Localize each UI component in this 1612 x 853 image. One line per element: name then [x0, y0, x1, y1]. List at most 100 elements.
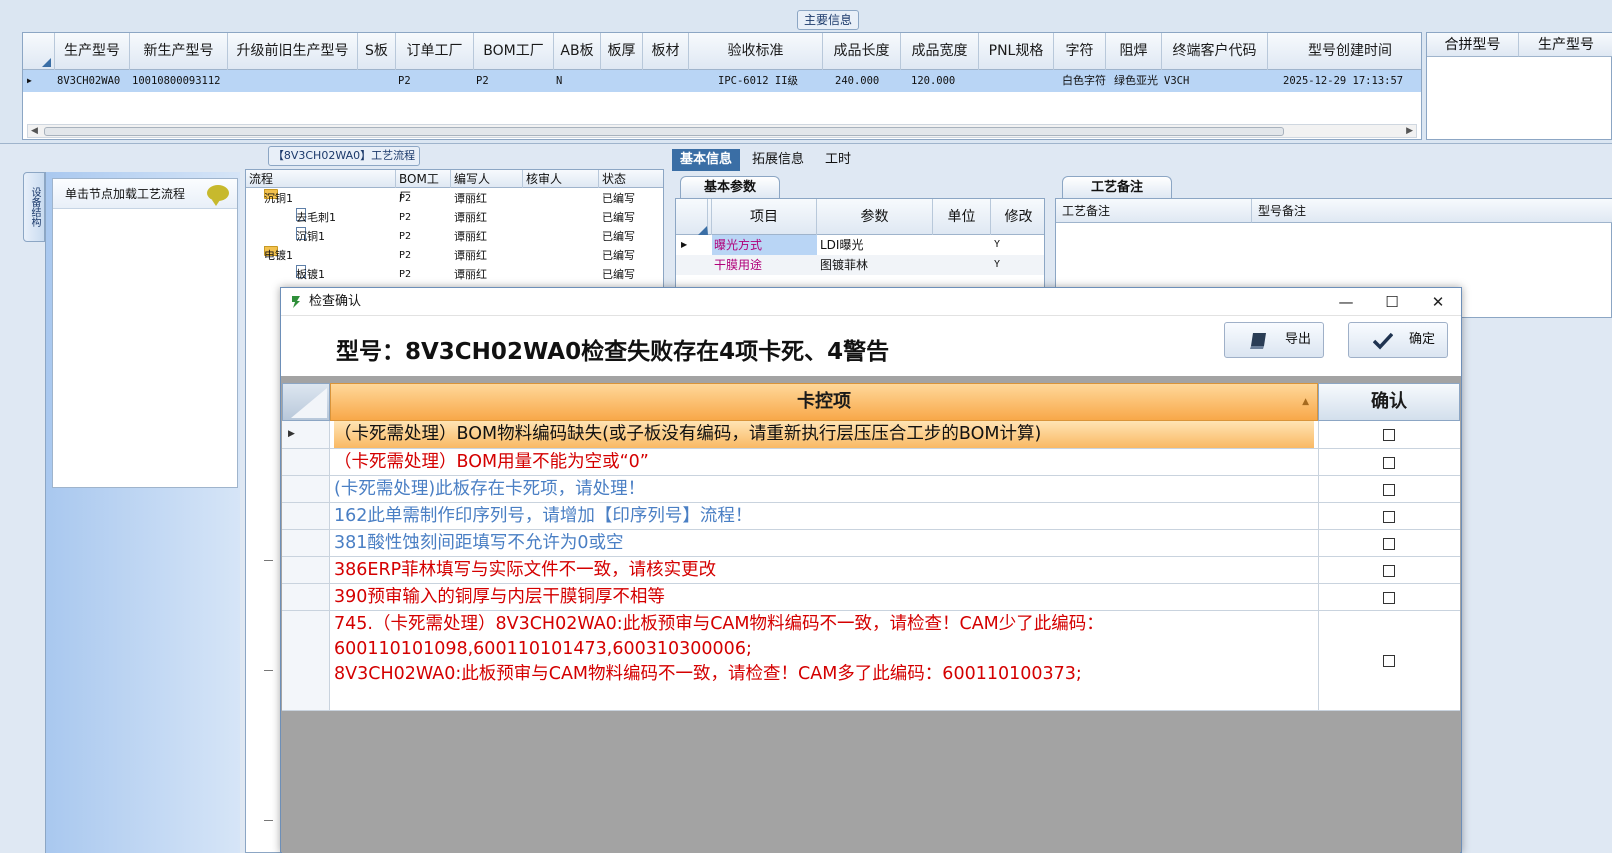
col-model-remark[interactable]: 型号备注: [1252, 199, 1612, 223]
check-item-row[interactable]: 162此单需制作印序列号，请增加【印序列号】流程！: [282, 503, 1460, 530]
confirm-checkbox[interactable]: [1383, 484, 1395, 496]
check-item-text-line1: 745.（卡死需处理）8V3CH02WA0:此板预审与CAM物料编码不一致，请检…: [334, 614, 1104, 634]
col-bom-factory[interactable]: BOM工厂: [474, 33, 554, 70]
col-model[interactable]: 生产型号: [55, 33, 130, 70]
check-item-text: （卡死需处理）BOM物料编码缺失(或子板没有编码，请重新执行层压压合工步的BOM…: [334, 421, 1314, 448]
tree-node[interactable]: −沉铜1 P2 谭丽红 已编写: [246, 189, 663, 208]
col-material[interactable]: 板材: [643, 33, 689, 70]
row-indicator: [282, 449, 330, 475]
tree-node[interactable]: −电镀1 P2 谭丽红 已编写: [246, 246, 663, 265]
col-length[interactable]: 成品长度: [823, 33, 901, 70]
col-solder-mask[interactable]: 阻焊: [1106, 33, 1162, 70]
check-item-row[interactable]: 390预审输入的铜厚与内层干膜铜厚不相等: [282, 584, 1460, 611]
confirm-checkbox[interactable]: [1383, 511, 1395, 523]
col-new-model[interactable]: 新生产型号: [130, 33, 228, 70]
check-item-row[interactable]: (卡死需处理)此板存在卡死项，请处理！: [282, 476, 1460, 503]
main-grid-hscrollbar[interactable]: ◀ ▶: [27, 124, 1417, 138]
col-created[interactable]: 型号创建时间: [1268, 33, 1423, 70]
tree-node[interactable]: 去毛刺1 P2 谭丽红 已编写: [246, 208, 663, 227]
flow-tree-header: 流程 BOM工厂 编写人 核审人 状态: [246, 170, 665, 204]
col-s-board[interactable]: S板: [358, 33, 396, 70]
tree-node-factory: P2: [399, 250, 412, 261]
tree-node[interactable]: 沉铜1 P2 谭丽红 已编写: [246, 227, 663, 246]
cell-bom-factory: P2: [476, 75, 489, 87]
dialog-titlebar[interactable]: 检查确认 — ☐ ✕: [281, 288, 1461, 316]
confirm-checkbox[interactable]: [1383, 655, 1395, 667]
check-item-text: 381酸性蚀刻间距填写不允许为0或空: [334, 533, 624, 553]
grid-corner: [23, 33, 55, 70]
col-customer-code[interactable]: 终端客户代码: [1162, 33, 1268, 70]
col-control-item-label: 卡控项: [797, 391, 851, 412]
col-pnl[interactable]: PNL规格: [979, 33, 1054, 70]
check-item-row[interactable]: （卡死需处理）BOM用量不能为空或“0”: [282, 449, 1460, 476]
col-flow-bom[interactable]: BOM工厂: [396, 170, 451, 204]
export-button[interactable]: 导出: [1224, 322, 1324, 358]
cell-acceptance: IPC-6012 II级: [718, 75, 799, 87]
confirm-button[interactable]: 确定: [1348, 322, 1448, 358]
col-ab-board[interactable]: AB板: [554, 33, 601, 70]
confirm-cell: [1318, 421, 1460, 448]
scrollbar-thumb[interactable]: [44, 127, 1284, 136]
merge-model-panel[interactable]: 合拼型号 生产型号: [1426, 32, 1612, 140]
cell-length: 240.000: [835, 75, 880, 87]
confirm-checkbox[interactable]: [1383, 592, 1395, 604]
col-param-unit[interactable]: 单位: [933, 199, 991, 235]
confirm-cell: [1318, 503, 1460, 529]
col-param-item[interactable]: 项目: [712, 199, 817, 235]
param-row[interactable]: 干膜用途 图镀菲林 Y: [676, 255, 1044, 275]
param-row[interactable]: ▶ 曝光方式 LDI曝光 Y: [676, 235, 1044, 255]
col-merge-production-model[interactable]: 生产型号: [1519, 33, 1612, 57]
tab-extended-info[interactable]: 拓展信息: [744, 149, 812, 171]
row-indicator: [282, 557, 330, 583]
col-old-model[interactable]: 升级前旧生产型号: [228, 33, 358, 70]
confirm-checkbox[interactable]: [1383, 457, 1395, 469]
col-param-edit[interactable]: 修改: [991, 199, 1046, 235]
maximize-icon[interactable]: ☐: [1369, 288, 1415, 316]
check-confirm-dialog[interactable]: 检查确认 — ☐ ✕ 型号：8V3CH02WA0检查失败存在4项卡死、4警告 导…: [280, 287, 1462, 853]
row-indicator: [282, 611, 330, 710]
col-flow-status[interactable]: 状态: [599, 170, 665, 188]
cell-solder-mask: 绿色亚光: [1114, 74, 1158, 87]
check-items-grid[interactable]: 卡控项 ▲ 确认 ▶ （卡死需处理）BOM物料编码缺失(或子板没有编码，请重新执…: [282, 383, 1460, 853]
check-item-row[interactable]: 745.（卡死需处理）8V3CH02WA0:此板预审与CAM物料编码不一致，请检…: [282, 611, 1460, 711]
confirm-checkbox[interactable]: [1383, 565, 1395, 577]
col-thickness[interactable]: 板厚: [601, 33, 643, 70]
col-process-remark[interactable]: 工艺备注: [1056, 199, 1252, 223]
col-flow-reviewer[interactable]: 核审人: [523, 170, 599, 188]
tab-basic-info[interactable]: 基本信息: [672, 149, 741, 171]
device-structure-tab[interactable]: 设备结构: [23, 172, 45, 242]
scroll-right-icon[interactable]: ▶: [1406, 125, 1413, 137]
close-icon[interactable]: ✕: [1415, 288, 1461, 316]
check-item-row[interactable]: 386ERP菲林填写与实际文件不一致，请核实更改: [282, 557, 1460, 584]
col-param-value[interactable]: 参数: [817, 199, 933, 235]
app-icon: [292, 296, 300, 308]
tab-process-remark[interactable]: 工艺备注: [1062, 176, 1172, 198]
cell-new-model: 10010800093112: [132, 75, 221, 87]
col-order-factory[interactable]: 订单工厂: [396, 33, 474, 70]
basic-params-grid[interactable]: 项目 参数 单位 修改 ▶ 曝光方式 LDI曝光 Y 干膜用途 图镀菲林 Y: [675, 198, 1045, 288]
check-item-row[interactable]: ▶ （卡死需处理）BOM物料编码缺失(或子板没有编码，请重新执行层压压合工步的B…: [282, 421, 1460, 449]
tab-work-hours[interactable]: 工时: [817, 149, 859, 171]
scroll-left-icon[interactable]: ◀: [31, 125, 38, 137]
col-merge-model[interactable]: 合拼型号: [1427, 33, 1519, 57]
col-char[interactable]: 字符: [1054, 33, 1106, 70]
check-item-row[interactable]: 381酸性蚀刻间距填写不允许为0或空: [282, 530, 1460, 557]
main-info-row[interactable]: ▶ 8V3CH02WA0 10010800093112 P2 P2 N IPC-…: [23, 70, 1421, 92]
col-confirm[interactable]: 确认: [1318, 383, 1460, 421]
tree-node[interactable]: 板镀1 P2 谭丽红 已编写: [246, 265, 663, 284]
node-panel[interactable]: 单击节点加载工艺流程: [52, 178, 238, 488]
col-control-item[interactable]: 卡控项 ▲: [330, 383, 1318, 421]
col-acceptance[interactable]: 验收标准: [689, 33, 823, 70]
minimize-icon[interactable]: —: [1323, 288, 1369, 316]
check-item-text-line2: 600110101098,600110101473,600310300006;: [334, 639, 752, 659]
confirm-checkbox[interactable]: [1383, 538, 1395, 550]
cell-created: 2025-12-29 17:13:57: [1283, 75, 1404, 87]
tab-basic-params[interactable]: 基本参数: [680, 176, 780, 198]
tree-node-writer: 谭丽红: [454, 268, 487, 281]
col-width[interactable]: 成品宽度: [901, 33, 979, 70]
col-flow-writer[interactable]: 编写人: [451, 170, 523, 188]
confirm-cell: [1318, 476, 1460, 502]
col-flow[interactable]: 流程: [246, 170, 396, 188]
confirm-checkbox[interactable]: [1383, 429, 1395, 441]
tree-node-factory: P2: [399, 193, 412, 204]
